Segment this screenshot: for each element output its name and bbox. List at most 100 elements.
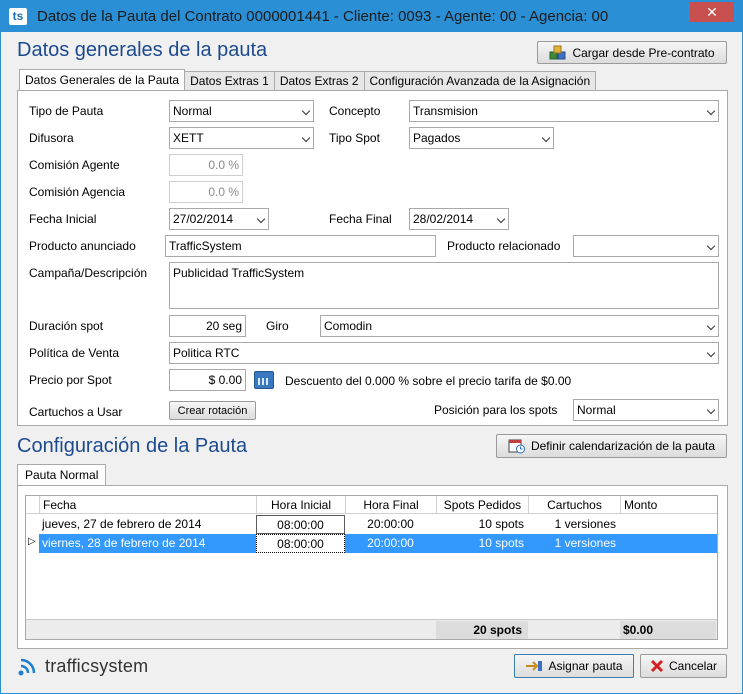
asignar-pauta-button[interactable]: Asignar pauta bbox=[514, 654, 634, 678]
chevron-down-icon bbox=[301, 106, 311, 116]
campana-label: Campaña/Descripción bbox=[29, 266, 148, 280]
politica-label: Política de Venta bbox=[29, 346, 120, 360]
definir-calendarizacion-button[interactable]: Definir calendarización de la pauta bbox=[496, 434, 727, 458]
cell-hora-inicial[interactable]: 08:00:00 bbox=[256, 515, 345, 534]
config-section-title: Configuración de la Pauta bbox=[17, 435, 248, 457]
cell-hora-final: 20:00:00 bbox=[367, 517, 414, 531]
posicion-label: Posición para los spots bbox=[434, 403, 558, 417]
load-precontract-button[interactable]: Cargar desde Pre-contrato bbox=[537, 41, 727, 64]
calculator-icon[interactable] bbox=[254, 371, 274, 389]
column-header-hora-final[interactable]: Hora Final bbox=[345, 496, 436, 514]
producto-anunciado-label: Producto anunciado bbox=[29, 239, 136, 253]
cell-cartuchos: 1 versiones bbox=[554, 517, 616, 531]
fecha-inicial-value: 27/02/2014 bbox=[173, 212, 234, 226]
row-selector-arrow-icon: ▷ bbox=[26, 534, 39, 553]
producto-relacionado-label: Producto relacionado bbox=[447, 239, 561, 253]
column-header-monto[interactable]: Monto bbox=[620, 496, 717, 514]
close-window-button[interactable]: ✕ bbox=[690, 2, 734, 22]
column-header-hora-inicial[interactable]: Hora Inicial bbox=[256, 496, 345, 514]
cell-cartuchos: 1 versiones bbox=[554, 536, 616, 550]
giro-label: Giro bbox=[266, 319, 289, 333]
chevron-down-icon bbox=[706, 348, 716, 358]
app-icon: ts bbox=[9, 8, 27, 25]
difusora-value: XETT bbox=[173, 131, 204, 145]
general-section-title: Datos generales de la pauta bbox=[17, 39, 268, 61]
precio-label: Precio por Spot bbox=[29, 373, 112, 387]
fecha-final-value: 28/02/2014 bbox=[413, 212, 474, 226]
chevron-down-icon bbox=[256, 214, 266, 224]
chevron-down-icon bbox=[706, 241, 716, 251]
chevron-down-icon bbox=[706, 405, 716, 415]
tipo-pauta-select[interactable]: Normal bbox=[169, 100, 314, 122]
giro-value: Comodin bbox=[324, 319, 373, 333]
grid-totals-row: 20 spots $0.00 bbox=[26, 619, 717, 639]
tab-datos-extras-1[interactable]: Datos Extras 1 bbox=[184, 71, 275, 90]
duracion-label: Duración spot bbox=[29, 319, 104, 333]
fecha-final-label: Fecha Final bbox=[329, 212, 392, 226]
general-tabs: Datos Generales de la Pauta Datos Extras… bbox=[19, 69, 597, 90]
general-panel: Tipo de Pauta Normal Concepto Transmisio… bbox=[17, 90, 728, 426]
precio-input[interactable]: $ 0.00 bbox=[169, 369, 246, 391]
concepto-select[interactable]: Transmision bbox=[409, 100, 719, 122]
cell-hora-final: 20:00:00 bbox=[367, 536, 414, 550]
definir-calendarizacion-label: Definir calendarización de la pauta bbox=[530, 439, 716, 453]
politica-select[interactable]: Politica RTC bbox=[169, 342, 719, 364]
tab-pauta-normal[interactable]: Pauta Normal bbox=[17, 464, 107, 485]
posicion-select[interactable]: Normal bbox=[573, 399, 719, 421]
duracion-input[interactable]: 20 seg bbox=[169, 315, 246, 337]
trafficsystem-logo: trafficsystem bbox=[17, 655, 148, 677]
producto-relacionado-select[interactable] bbox=[573, 235, 719, 257]
comision-agente-label: Comisión Agente bbox=[29, 158, 120, 172]
assign-arrow-icon bbox=[526, 661, 543, 671]
comision-agente-field[interactable]: 0.0 % bbox=[169, 154, 243, 176]
chevron-down-icon bbox=[541, 133, 551, 143]
fecha-inicial-picker[interactable]: 27/02/2014 bbox=[169, 208, 269, 230]
cubes-icon bbox=[549, 45, 566, 59]
asignar-pauta-label: Asignar pauta bbox=[548, 659, 623, 673]
tipo-pauta-value: Normal bbox=[173, 104, 212, 118]
campana-textarea[interactable]: Publicidad TrafficSystem bbox=[169, 262, 719, 309]
schedule-grid: Fecha Hora Inicial Hora Final Spots Pedi… bbox=[25, 495, 718, 640]
cell-spots: 10 spots bbox=[478, 517, 524, 531]
signal-logo-icon bbox=[18, 658, 36, 676]
grid-header: Fecha Hora Inicial Hora Final Spots Pedi… bbox=[26, 496, 717, 514]
total-monto: $0.00 bbox=[620, 621, 716, 639]
politica-value: Politica RTC bbox=[173, 346, 240, 360]
cell-monto bbox=[620, 534, 717, 553]
comision-agencia-field[interactable]: 0.0 % bbox=[169, 181, 243, 203]
cell-fecha: viernes, 28 de febrero de 2014 bbox=[42, 536, 206, 550]
pauta-window: ts Datos de la Pauta del Contrato 000000… bbox=[0, 0, 743, 694]
table-row[interactable]: jueves, 27 de febrero de 2014 08:00:00 2… bbox=[26, 515, 717, 534]
tab-datos-extras-2[interactable]: Datos Extras 2 bbox=[273, 71, 365, 90]
comision-agencia-label: Comisión Agencia bbox=[29, 185, 126, 199]
tipo-pauta-label: Tipo de Pauta bbox=[29, 104, 104, 118]
chevron-down-icon bbox=[706, 106, 716, 116]
logo-text: trafficsystem bbox=[45, 655, 149, 676]
descuento-text: Descuento del 0.000 % sobre el precio ta… bbox=[285, 374, 572, 388]
cancelar-button[interactable]: Cancelar bbox=[640, 654, 727, 678]
column-header-spots[interactable]: Spots Pedidos bbox=[436, 496, 528, 514]
cell-monto bbox=[620, 515, 717, 534]
column-header-cartuchos[interactable]: Cartuchos bbox=[528, 496, 620, 514]
crear-rotacion-button[interactable]: Crear rotación bbox=[169, 401, 256, 420]
cell-hora-inicial[interactable]: 08:00:00 bbox=[256, 534, 345, 553]
calendar-clock-icon bbox=[508, 439, 525, 454]
total-spots: 20 spots bbox=[436, 621, 528, 639]
tab-datos-generales[interactable]: Datos Generales de la Pauta bbox=[19, 69, 186, 90]
column-header-fecha[interactable]: Fecha bbox=[39, 496, 256, 514]
tab-configuracion-avanzada[interactable]: Configuración Avanzada de la Asignación bbox=[363, 71, 597, 90]
tipo-spot-select[interactable]: Pagados bbox=[409, 127, 554, 149]
difusora-select[interactable]: XETT bbox=[169, 127, 314, 149]
producto-anunciado-input[interactable]: TrafficSystem bbox=[165, 235, 436, 257]
fecha-final-picker[interactable]: 28/02/2014 bbox=[409, 208, 509, 230]
title-bar[interactable]: ts Datos de la Pauta del Contrato 000000… bbox=[1, 1, 742, 32]
cell-spots: 10 spots bbox=[478, 536, 524, 550]
config-panel: Fecha Hora Inicial Hora Final Spots Pedi… bbox=[17, 485, 728, 649]
difusora-label: Difusora bbox=[29, 131, 74, 145]
giro-select[interactable]: Comodin bbox=[320, 315, 719, 337]
load-precontract-label: Cargar desde Pre-contrato bbox=[572, 45, 715, 60]
fecha-inicial-label: Fecha Inicial bbox=[29, 212, 97, 226]
chevron-down-icon bbox=[496, 214, 506, 224]
close-red-icon bbox=[650, 659, 664, 673]
table-row[interactable]: ▷ viernes, 28 de febrero de 2014 08:00:0… bbox=[26, 534, 717, 553]
